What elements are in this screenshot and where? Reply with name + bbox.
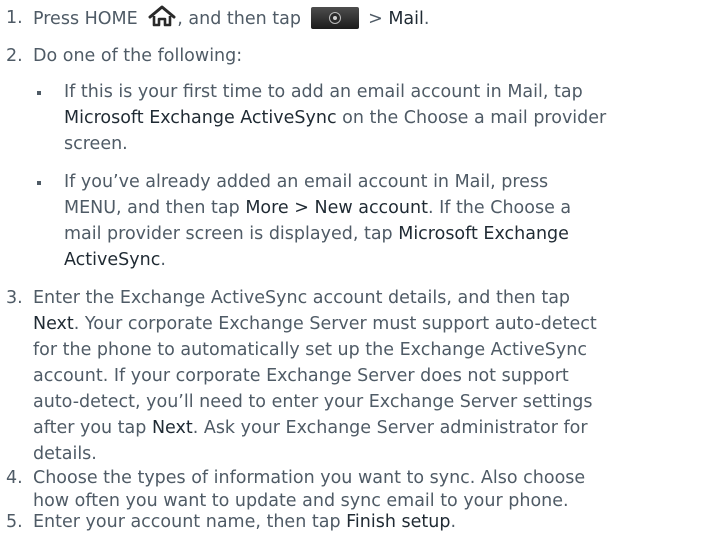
step-5-line-1-end: .: [450, 512, 457, 532]
step-5-line-1-start: Enter your account name, then tap: [33, 512, 347, 532]
all-apps-icon: [310, 7, 359, 29]
step-1-part-3: >: [362, 9, 389, 29]
step-2-number: 2.: [6, 46, 23, 66]
step-5-line-1: Enter your account name, then tap Finish…: [33, 509, 456, 535]
next-term: Next: [33, 314, 74, 334]
step-3-line-1: Enter the Exchange ActiveSync account de…: [33, 288, 571, 308]
step-4-number: 4.: [6, 468, 23, 488]
step-3-line-6-start: after you tap: [33, 418, 152, 438]
bullet-2-line-4: ActiveSync.: [64, 247, 166, 273]
bullet-marker: [37, 181, 41, 185]
step-1-part-2: , and then tap: [177, 9, 307, 29]
bullet-2-line-3-start: mail provider screen is displayed, tap: [64, 224, 399, 244]
bullet-2-line-2-start: MENU, and then tap: [64, 198, 246, 218]
step-3-line-6: after you tap Next. Ask your Exchange Se…: [33, 415, 588, 441]
mail-label: Mail: [388, 9, 424, 29]
home-icon: [147, 5, 177, 35]
step-3-number: 3.: [6, 288, 23, 308]
step-3-line-2-rest: . Your corporate Exchange Server must su…: [73, 314, 597, 334]
step-3-line-3: for the phone to automatically set up th…: [33, 340, 587, 360]
bullet-2-line-4-end: .: [160, 250, 166, 270]
bullet-2-line-2-end: . If the Choose a: [427, 198, 572, 218]
bullet-2-line-2: MENU, and then tap More > New account. I…: [64, 195, 571, 221]
step-2-text: Do one of the following:: [33, 46, 243, 66]
step-1-part-5: .: [423, 9, 430, 29]
step-3-line-2: Next. Your corporate Exchange Server mus…: [33, 311, 597, 337]
step-3-line-7: details.: [33, 444, 97, 464]
more-new-account-term: More > New account: [245, 198, 428, 218]
bullet-1-line-1: If this is your first time to add an ema…: [64, 82, 583, 102]
bullet-marker: [37, 91, 41, 95]
finish-setup-term: Finish setup: [346, 512, 451, 532]
bullet-1-line-3: screen.: [64, 134, 128, 154]
step-1-part-1: Press HOME: [33, 9, 144, 29]
step-5-number: 5.: [6, 512, 23, 532]
step-3-line-6-end: . Ask your Exchange Server administrator…: [192, 418, 588, 438]
step-3-line-5: auto-detect, you’ll need to enter your E…: [33, 392, 593, 412]
step-3-line-4: account. If your corporate Exchange Serv…: [33, 366, 569, 386]
exchange-activesync-term: Microsoft Exchange ActiveSync: [64, 108, 337, 128]
microsoft-exchange-term: Microsoft Exchange: [398, 224, 569, 244]
activesync-term: ActiveSync: [64, 250, 161, 270]
bullet-1-line-2-rest: on the Choose a mail provider: [336, 108, 607, 128]
step-1-text: Press HOME , and then tap > Mail.: [33, 5, 429, 35]
next-term: Next: [151, 418, 193, 438]
step-1-number: 1.: [6, 8, 23, 28]
bullet-1-line-2: Microsoft Exchange ActiveSync on the Cho…: [64, 105, 606, 131]
bullet-2-line-1: If you’ve already added an email account…: [64, 172, 549, 192]
bullet-2-line-3: mail provider screen is displayed, tap M…: [64, 221, 569, 247]
